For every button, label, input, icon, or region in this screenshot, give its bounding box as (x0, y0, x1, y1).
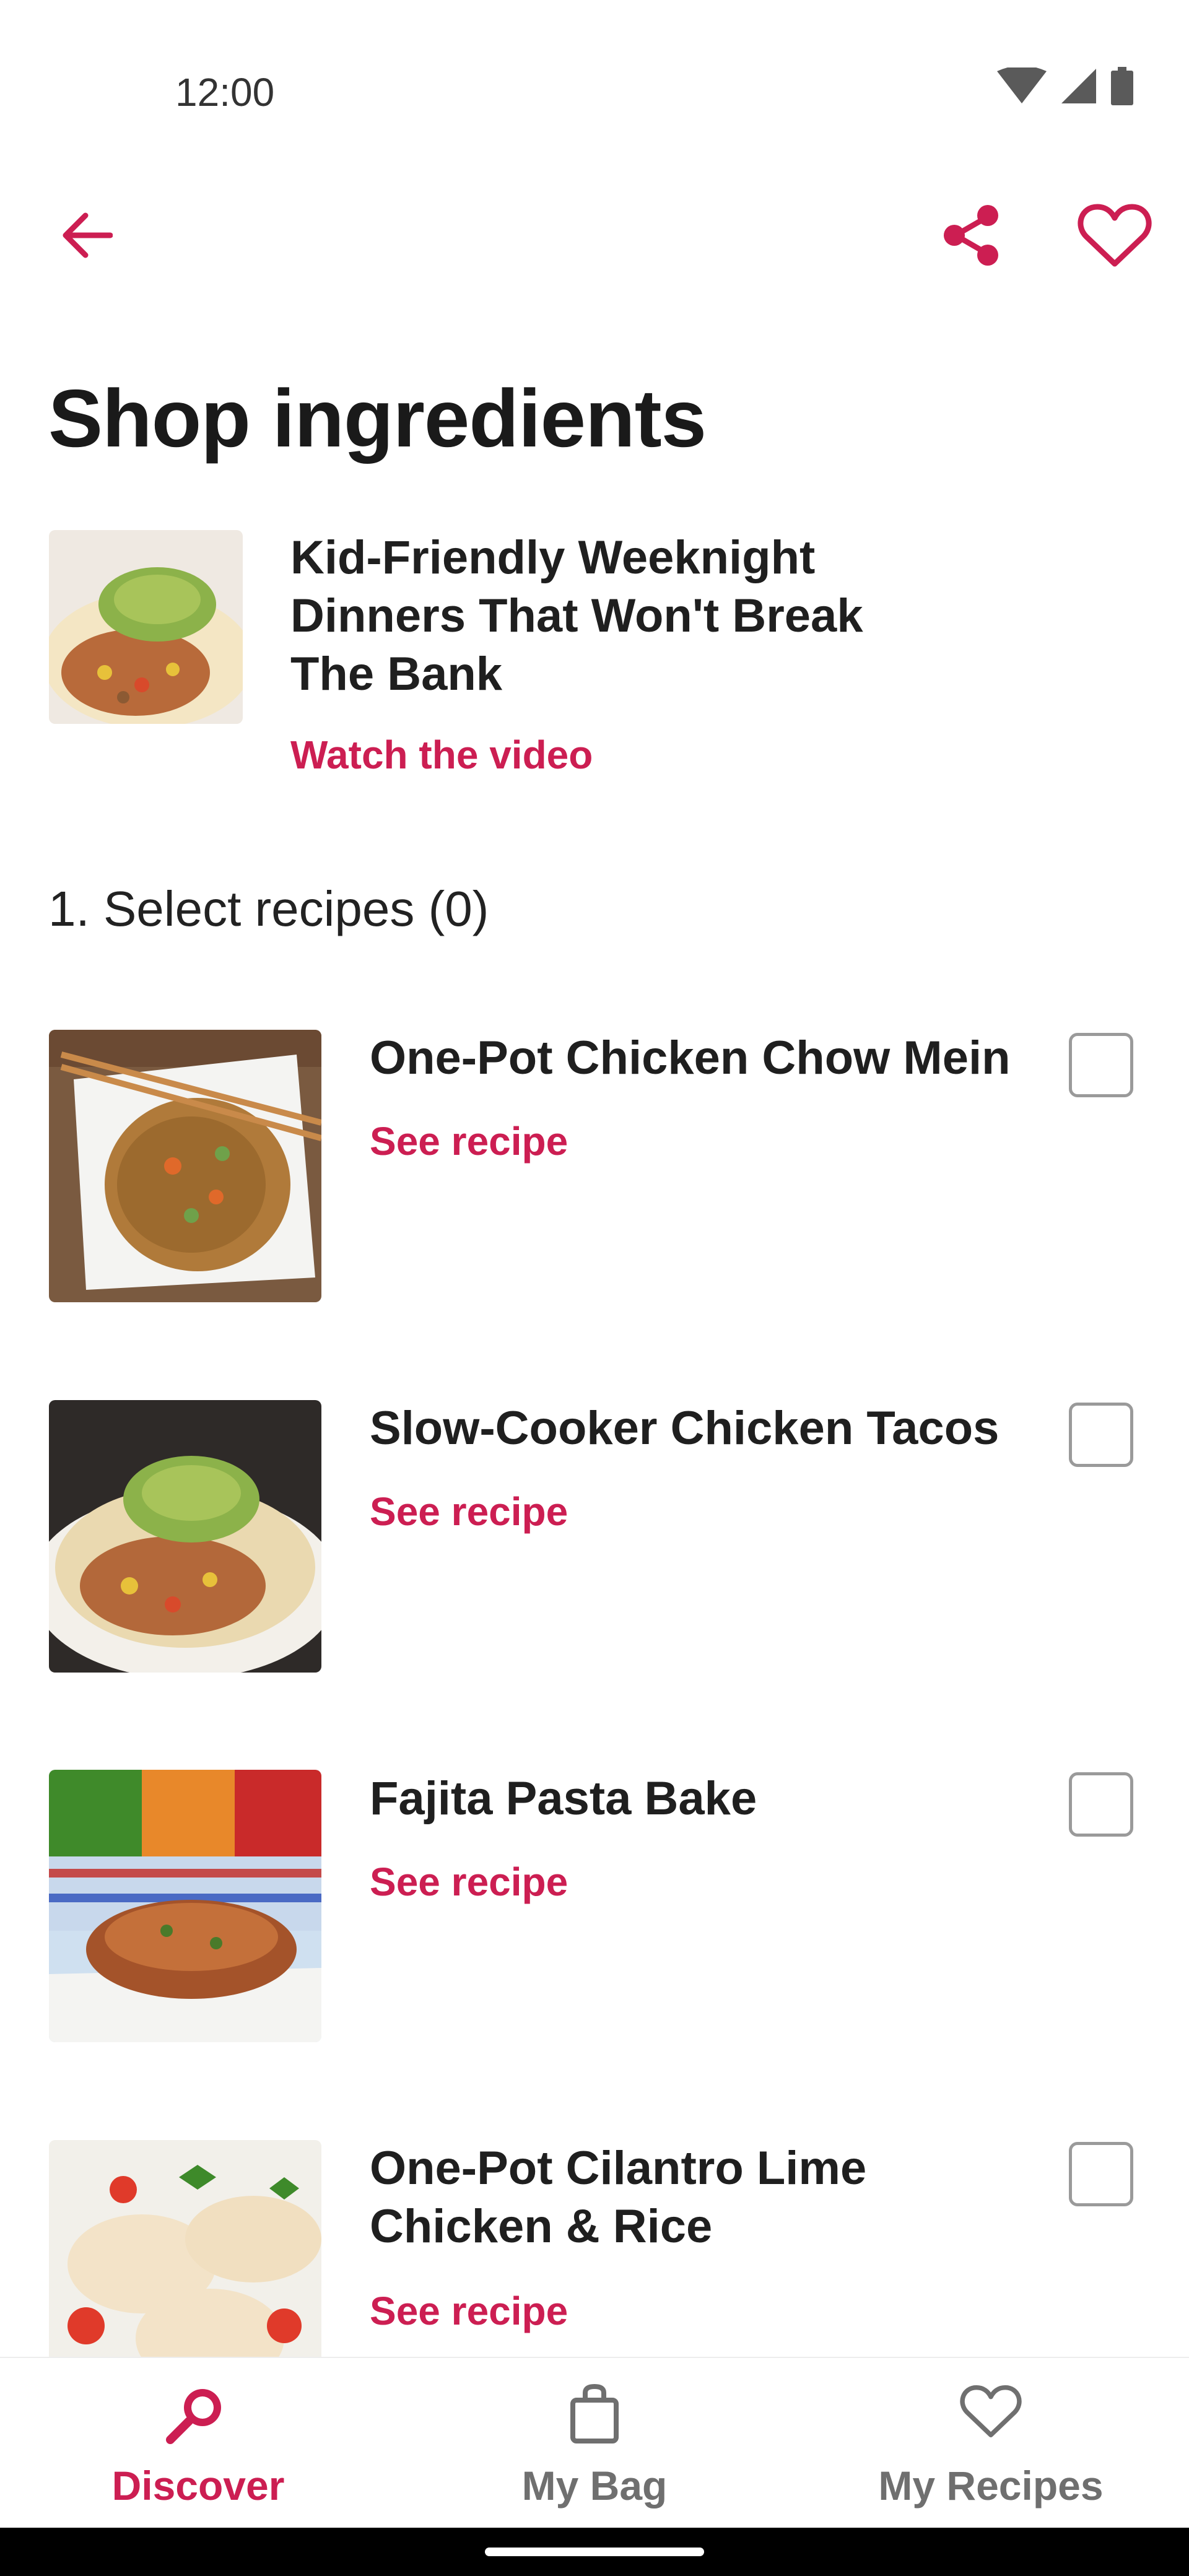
bottom-navigation: Discover My Bag My Recipes (0, 2357, 1189, 2529)
heart-outline-icon (960, 2385, 1022, 2438)
collection-title: Kid-Friendly Weeknight Dinners That Won'… (290, 531, 863, 700)
home-gesture-handle[interactable] (485, 2548, 704, 2556)
nav-my-bag[interactable]: My Bag (396, 2358, 793, 2529)
nav-discover-label: Discover (111, 2463, 285, 2509)
recipe-checkbox[interactable] (1069, 1772, 1133, 1837)
status-icons (997, 67, 1133, 105)
recipe-thumbnail[interactable] (49, 1400, 321, 1673)
share-icon (944, 205, 998, 266)
see-recipe-link[interactable]: See recipe (370, 1859, 568, 1905)
search-icon (166, 2389, 221, 2444)
heart-outline-icon (1078, 204, 1152, 267)
back-button[interactable] (50, 198, 124, 272)
recipe-title: One-Pot Chicken Chow Mein (370, 1032, 1011, 1084)
nav-my-bag-label: My Bag (521, 2463, 668, 2509)
recipe-thumbnail[interactable] (49, 1030, 321, 1302)
recipe-title: Slow-Cooker Chicken Tacos (370, 1402, 1000, 1455)
see-recipe-link[interactable]: See recipe (370, 1118, 568, 1164)
see-recipe-link[interactable]: See recipe (370, 2288, 568, 2334)
recipe-checkbox[interactable] (1069, 2142, 1133, 2206)
bag-icon (570, 2383, 619, 2443)
collection-thumbnail[interactable] (49, 530, 243, 724)
nav-my-recipes[interactable]: My Recipes (793, 2358, 1189, 2529)
select-recipes-heading: 1. Select recipes (0) (48, 881, 489, 936)
recipe-checkbox[interactable] (1069, 1403, 1133, 1467)
recipe-thumbnail[interactable] (49, 1770, 321, 2042)
recipe-checkbox[interactable] (1069, 1033, 1133, 1097)
wifi-icon (997, 67, 1047, 103)
recipe-title: One-Pot Cilantro Lime Chicken & Rice (370, 2142, 867, 2253)
battery-icon (1111, 67, 1133, 105)
share-button[interactable] (931, 198, 1012, 272)
page-title: Shop ingredients (48, 373, 707, 464)
see-recipe-link[interactable]: See recipe (370, 1489, 568, 1534)
status-time: 12:00 (175, 70, 275, 115)
cell-signal-icon (1061, 69, 1096, 103)
recipe-title: Fajita Pasta Bake (370, 1772, 757, 1825)
nav-my-recipes-label: My Recipes (878, 2463, 1104, 2509)
watch-video-link[interactable]: Watch the video (290, 732, 593, 778)
nav-discover[interactable]: Discover (0, 2358, 396, 2529)
arrow-left-icon (63, 212, 113, 258)
favorite-button[interactable] (1071, 192, 1158, 279)
